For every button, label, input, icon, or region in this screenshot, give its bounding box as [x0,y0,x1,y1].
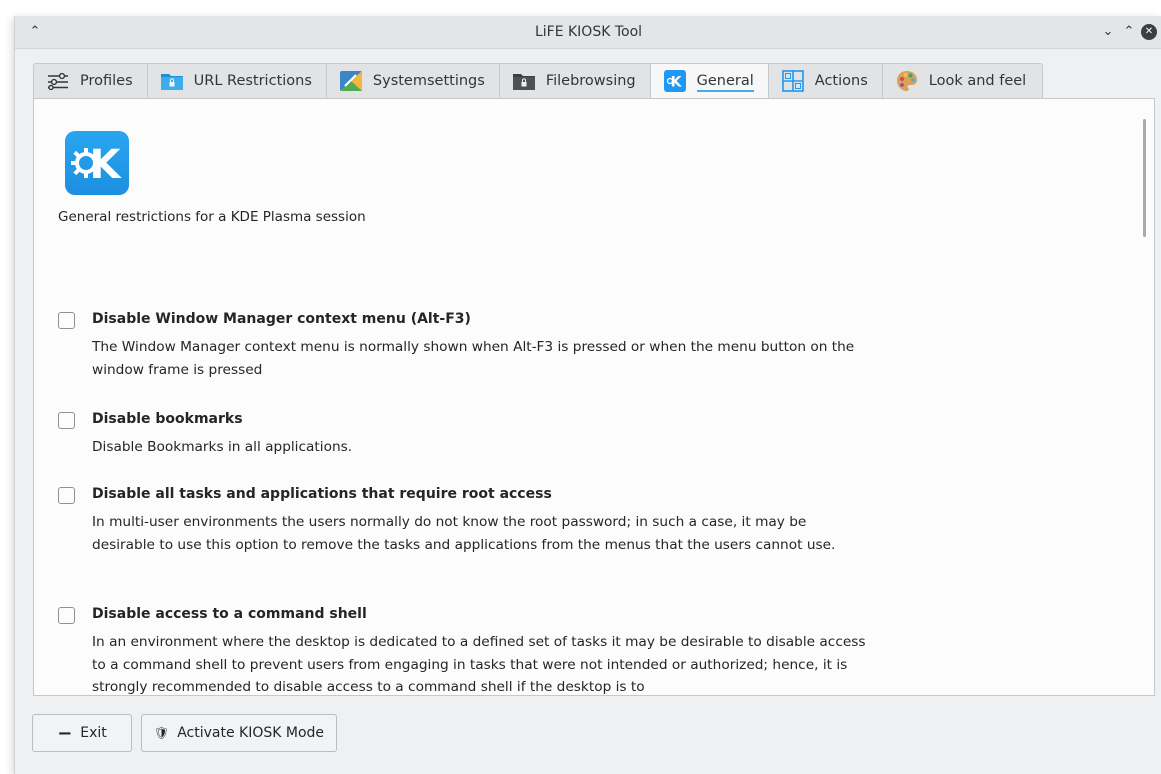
tab-systemsettings[interactable]: Systemsettings [326,63,500,99]
window-title: LiFE KIOSK Tool [534,24,643,40]
maximize-icon[interactable]: ⌃ [1119,22,1139,42]
checkbox[interactable] [58,607,75,624]
option-title: Disable access to a command shell [92,606,367,622]
minus-icon: − [57,722,73,744]
option-description: In an environment where the desktop is d… [92,634,866,695]
kde-logo-glyph: K [90,142,123,188]
folder-lock-dark-icon [512,70,536,92]
general-panel: K General restrictions for a KDE Plasma … [33,98,1155,696]
activate-kiosk-button[interactable]: 🛡 Activate KIOSK Mode [141,714,337,752]
sliders-icon [46,70,70,92]
kde-logo: K [65,131,129,195]
kde-icon: K [663,70,687,92]
palette-icon [895,70,919,92]
checkbox[interactable] [58,312,75,329]
option-title: Disable Window Manager context menu (Alt… [92,311,471,327]
tab-look-and-feel[interactable]: Look and feel [882,63,1044,99]
tab-label: Look and feel [928,73,1027,89]
option-description: Disable Bookmarks in all applications. [92,439,353,455]
tab-general[interactable]: K General [650,63,769,99]
exit-label: Exit [80,725,107,741]
exit-button[interactable]: − Exit [32,714,132,752]
app-window: ⌃ LiFE KIOSK Tool ⌄ ⌃ ✕ Profiles URL Res… [14,16,1161,774]
option-title: Disable all tasks and applications that … [92,486,552,502]
tab-label: URL Restrictions [193,73,312,89]
title-bar: ⌃ LiFE KIOSK Tool ⌄ ⌃ ✕ [15,16,1161,49]
tab-label: Profiles [80,73,133,89]
tab-label: Systemsettings [372,73,485,89]
tab-url-restrictions[interactable]: URL Restrictions [147,63,327,99]
option-description: The Window Manager context menu is norma… [92,339,855,378]
tab-label: Actions [814,73,868,89]
tab-bar: Profiles URL Restrictions Systemsettings… [33,63,1044,99]
minimize-icon[interactable]: ⌄ [1098,22,1118,42]
option-title: Disable bookmarks [92,411,243,427]
folder-lock-icon [160,70,184,92]
grid-icon [781,70,805,92]
system-settings-icon [339,70,363,92]
activate-kiosk-label: Activate KIOSK Mode [177,725,325,741]
checkbox[interactable] [58,412,75,429]
tab-label: General [696,73,754,92]
tab-label: Filebrowsing [545,73,636,89]
checkbox[interactable] [58,487,75,504]
tab-profiles[interactable]: Profiles [33,63,148,99]
page-description: General restrictions for a KDE Plasma se… [58,209,366,225]
tab-filebrowsing[interactable]: Filebrowsing [499,63,651,99]
shield-icon: 🛡 [153,726,170,740]
scrollbar[interactable] [1143,119,1146,237]
close-icon[interactable]: ✕ [1141,24,1157,40]
tab-actions[interactable]: Actions [768,63,883,99]
option-description: In multi-user environments the users nor… [92,514,836,553]
